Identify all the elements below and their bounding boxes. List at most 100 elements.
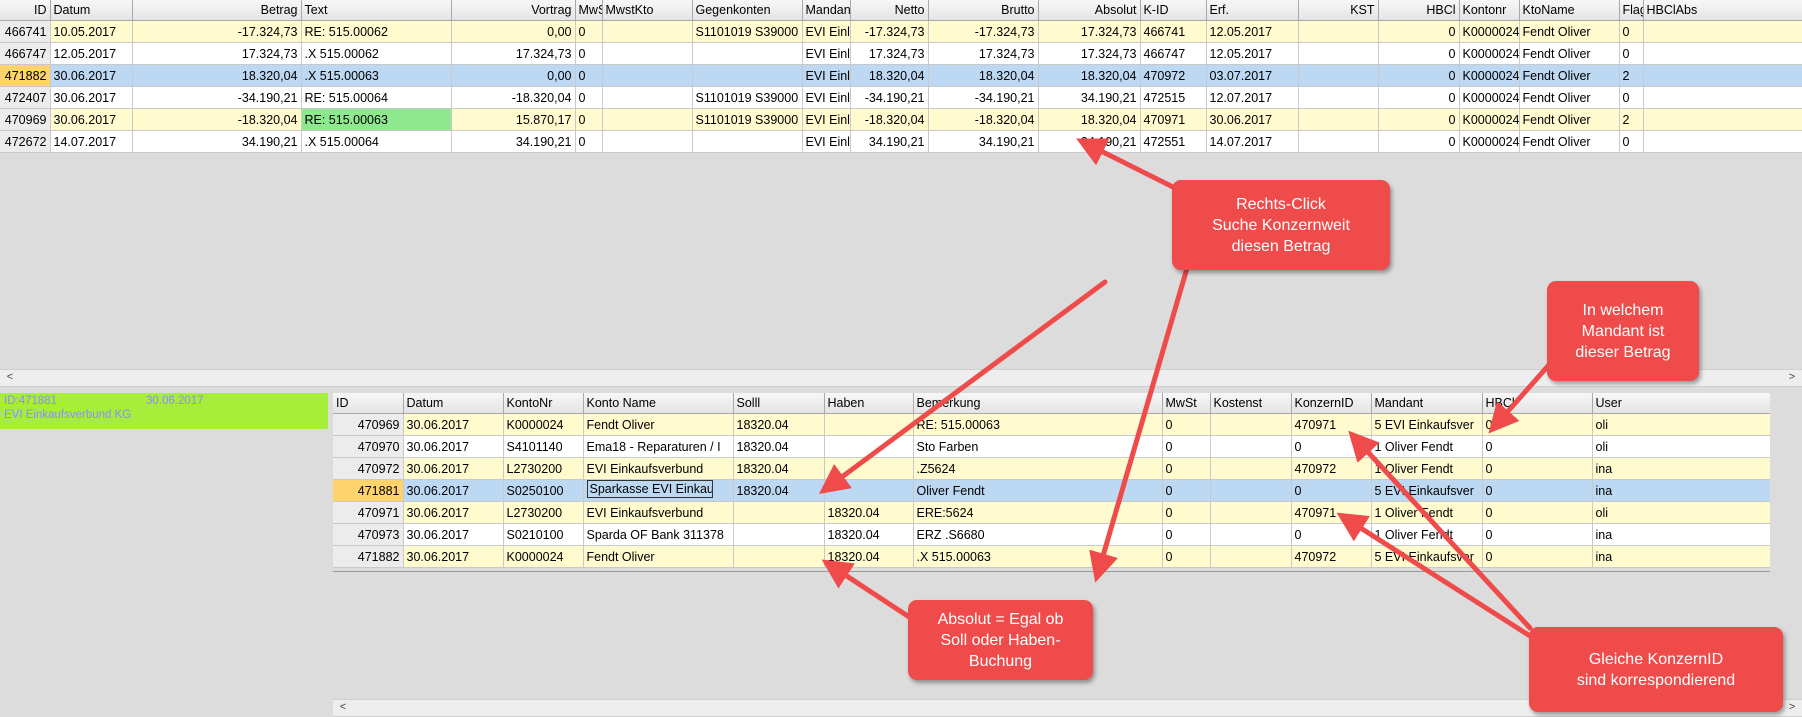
- cell-kontonr[interactable]: K0000024: [1459, 42, 1520, 65]
- cell-datum[interactable]: 12.05.2017: [50, 42, 133, 65]
- cell-hbcl[interactable]: 0: [1378, 108, 1460, 131]
- cell-konto-name[interactable]: Fendt Oliver: [583, 413, 734, 436]
- cell-erf[interactable]: 12.07.2017: [1206, 86, 1299, 109]
- cell-hbclabs[interactable]: [1643, 42, 1802, 65]
- column-header-mws[interactable]: MwS: [575, 0, 603, 21]
- cell-datum[interactable]: 30.06.2017: [403, 545, 504, 568]
- cell-gegenkonten[interactable]: [692, 42, 803, 65]
- cell-hbclabs[interactable]: [1643, 130, 1802, 153]
- cell-hbcl[interactable]: 0: [1482, 501, 1593, 524]
- column-header-id[interactable]: ID: [333, 393, 404, 414]
- cell-mws[interactable]: 0: [575, 20, 603, 43]
- cell-erf[interactable]: 14.07.2017: [1206, 130, 1299, 153]
- cell-datum[interactable]: 30.06.2017: [403, 413, 504, 436]
- cell-erf[interactable]: 30.06.2017: [1206, 108, 1299, 131]
- cell-kontonr[interactable]: K0000024: [503, 413, 584, 436]
- cell-k-id[interactable]: 472515: [1140, 86, 1207, 109]
- cell-kst[interactable]: [1298, 64, 1379, 87]
- table-row[interactable]: 471882 30.06.2017 18.320,04 .X 515.00063 0,0…: [0, 64, 1802, 87]
- cell-netto[interactable]: 34.190,21: [850, 130, 929, 153]
- cell-mandant[interactable]: 1 Oliver Fendt: [1371, 523, 1483, 546]
- cell-mandant[interactable]: 5 EVI Einkaufsver: [1371, 545, 1483, 568]
- cell-hbcl[interactable]: 0: [1482, 435, 1593, 458]
- cell-flag[interactable]: 2: [1619, 108, 1644, 131]
- cell-ktoname[interactable]: Fendt Oliver: [1519, 42, 1620, 65]
- cell-netto[interactable]: -34.190,21: [850, 86, 929, 109]
- table-row[interactable]: 470973 30.06.2017 S0210100 Sparda OF Bank 3…: [333, 523, 1771, 546]
- cell-text[interactable]: RE: 515.00062: [301, 20, 452, 43]
- cell-mandan[interactable]: EVI Einl: [802, 130, 851, 153]
- cell-brutto[interactable]: 34.190,21: [928, 130, 1039, 153]
- scroll-right-icon[interactable]: >: [1784, 370, 1800, 386]
- cell-kontonr[interactable]: S0250100: [503, 479, 584, 502]
- cell-konto-name[interactable]: Sparda OF Bank 311378: [583, 523, 734, 546]
- cell-id[interactable]: 470972: [333, 457, 404, 480]
- column-header-datum[interactable]: Datum: [50, 0, 133, 21]
- cell-k-id[interactable]: 466741: [1140, 20, 1207, 43]
- cell-kst[interactable]: [1298, 108, 1379, 131]
- cell-k-id[interactable]: 470971: [1140, 108, 1207, 131]
- cell-hbcl[interactable]: 0: [1482, 545, 1593, 568]
- cell-konzernid[interactable]: 0: [1291, 479, 1372, 502]
- cell-vortrag[interactable]: 17.324,73: [451, 42, 576, 65]
- cell-id[interactable]: 471882: [333, 545, 404, 568]
- cell-kontonr[interactable]: K0000024: [1459, 108, 1520, 131]
- cell-hbcl[interactable]: 0: [1482, 479, 1593, 502]
- scroll-right-icon[interactable]: >: [1784, 700, 1800, 716]
- cell-mandant[interactable]: 5 EVI Einkaufsver: [1371, 413, 1483, 436]
- cell-solll[interactable]: [733, 545, 825, 568]
- cell-vortrag[interactable]: 0,00: [451, 20, 576, 43]
- cell-datum[interactable]: 30.06.2017: [50, 64, 133, 87]
- cell-betrag[interactable]: -34.190,21: [132, 86, 302, 109]
- cell-user[interactable]: ina: [1592, 479, 1771, 502]
- column-header-kostenst[interactable]: Kostenst: [1210, 393, 1292, 414]
- cell-betrag[interactable]: 18.320,04: [132, 64, 302, 87]
- cell-datum[interactable]: 30.06.2017: [403, 523, 504, 546]
- cell-mandan[interactable]: EVI Einl: [802, 20, 851, 43]
- cell-user[interactable]: oli: [1592, 413, 1771, 436]
- cell-bemerkung[interactable]: RE: 515.00063: [913, 413, 1163, 436]
- scroll-left-icon[interactable]: <: [335, 700, 351, 716]
- cell-hbcl[interactable]: 0: [1482, 457, 1593, 480]
- cell-haben[interactable]: 18320.04: [824, 545, 914, 568]
- column-header-mwst[interactable]: MwSt: [1162, 393, 1211, 414]
- cell-hbclabs[interactable]: [1643, 64, 1802, 87]
- konzern-bookings-grid[interactable]: ID Datum KontoNr Konto Name Solll Haben Bemerk…: [333, 393, 1771, 568]
- cell-mwstkto[interactable]: [602, 130, 693, 153]
- cell-absolut[interactable]: 34.190,21: [1038, 130, 1141, 153]
- cell-betrag[interactable]: -17.324,73: [132, 20, 302, 43]
- column-header-mwstkto[interactable]: MwstKto: [602, 0, 693, 21]
- cell-hbclabs[interactable]: [1643, 86, 1802, 109]
- cell-absolut[interactable]: 34.190,21: [1038, 86, 1141, 109]
- cell-flag[interactable]: 0: [1619, 130, 1644, 153]
- cell-erf[interactable]: 03.07.2017: [1206, 64, 1299, 87]
- cell-editor-input[interactable]: Sparkasse EVI Einkaufs: [586, 480, 713, 498]
- cell-kst[interactable]: [1298, 130, 1379, 153]
- journal-grid[interactable]: IDDatumBetragTextVortragMwSMwstKtoGegenk…: [0, 0, 1802, 153]
- cell-betrag[interactable]: 34.190,21: [132, 130, 302, 153]
- cell-haben[interactable]: [824, 457, 914, 480]
- cell-brutto[interactable]: -34.190,21: [928, 86, 1039, 109]
- cell-kontonr[interactable]: S4101140: [503, 435, 584, 458]
- cell-id[interactable]: 472672: [0, 130, 51, 153]
- cell-mwstkto[interactable]: [602, 20, 693, 43]
- column-header-hbcl[interactable]: HBCl: [1482, 393, 1593, 414]
- cell-kontonr[interactable]: K0000024: [1459, 130, 1520, 153]
- cell-hbcl[interactable]: 0: [1482, 523, 1593, 546]
- cell-kontonr[interactable]: S0210100: [503, 523, 584, 546]
- cell-bemerkung[interactable]: .Z5624: [913, 457, 1163, 480]
- cell-id[interactable]: 471881: [333, 479, 404, 502]
- cell-mws[interactable]: 0: [575, 64, 603, 87]
- table-row[interactable]: 466741 10.05.2017 -17.324,73 RE: 515.00062 0…: [0, 20, 1802, 43]
- cell-k-id[interactable]: 466747: [1140, 42, 1207, 65]
- cell-mandant[interactable]: 1 Oliver Fendt: [1371, 435, 1483, 458]
- cell-mwst[interactable]: 0: [1162, 501, 1211, 524]
- cell-hbcl[interactable]: 0: [1378, 64, 1460, 87]
- cell-gegenkonten[interactable]: S1101019 S39000: [692, 86, 803, 109]
- cell-brutto[interactable]: -18.320,04: [928, 108, 1039, 131]
- cell-mandan[interactable]: EVI Einl: [802, 42, 851, 65]
- table-row[interactable]: 471882 30.06.2017 K0000024 Fendt Oliver 1832…: [333, 545, 1771, 568]
- cell-mwst[interactable]: 0: [1162, 523, 1211, 546]
- cell-text[interactable]: RE: 515.00064: [301, 86, 452, 109]
- cell-mandan[interactable]: EVI Einl: [802, 64, 851, 87]
